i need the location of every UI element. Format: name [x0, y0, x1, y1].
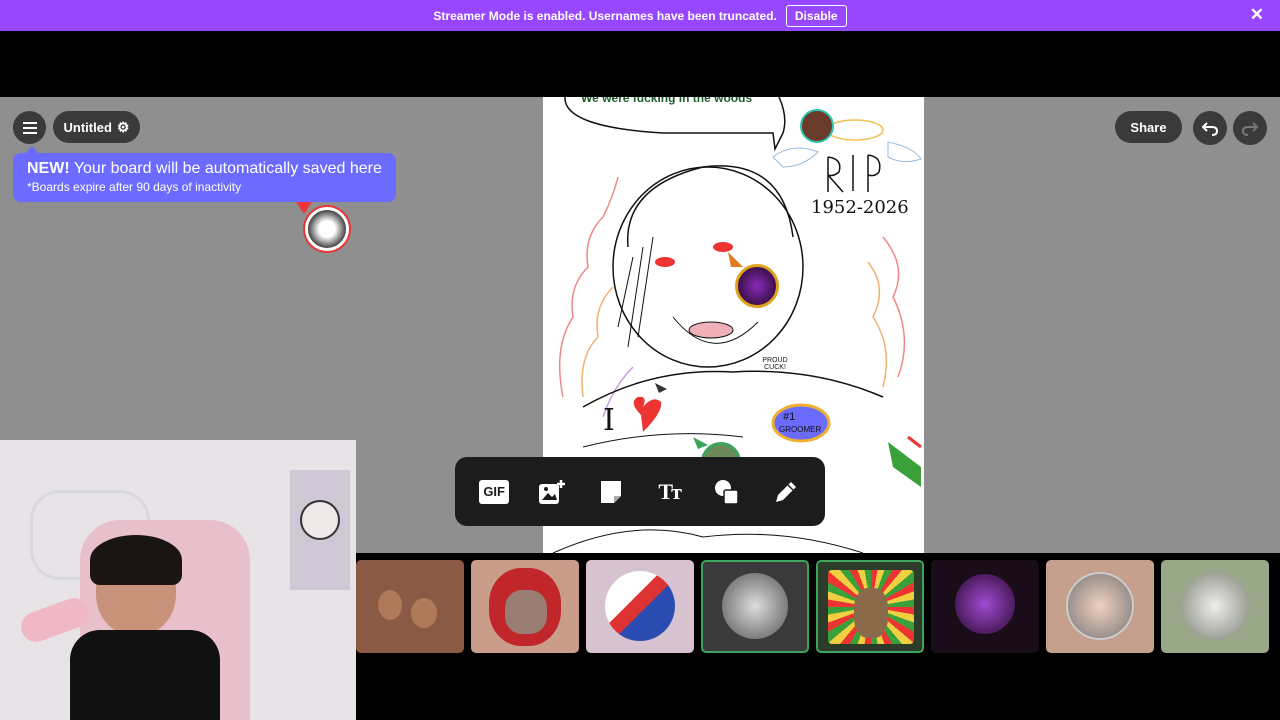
badge-number: #1 [783, 411, 796, 423]
cursor-pointer-icon [296, 202, 312, 214]
sticker-flag-person[interactable] [586, 560, 694, 653]
menu-button[interactable] [13, 111, 46, 144]
pencil-icon [775, 481, 796, 502]
user-avatar-cursor [800, 109, 834, 143]
user-avatar-cursor [735, 264, 779, 308]
dates-text: 1952-2026 [811, 197, 909, 218]
sticker-bears[interactable] [356, 560, 464, 653]
share-button[interactable]: Share [1115, 111, 1182, 143]
sticker-cat[interactable] [931, 560, 1039, 653]
image-add-button[interactable] [532, 472, 572, 512]
shapes-button[interactable] [707, 472, 747, 512]
sticker-plane[interactable] [1161, 560, 1269, 653]
sticker-man[interactable] [1046, 560, 1154, 653]
letter-text: I [603, 403, 615, 438]
banner-message: Streamer Mode is enabled. Usernames have… [433, 8, 777, 23]
top-black-bar [0, 31, 1280, 97]
sticky-note-icon [600, 480, 621, 503]
gif-tool[interactable]: GIF [474, 472, 514, 512]
undo-button[interactable] [1193, 111, 1227, 145]
sticky-note-button[interactable] [591, 472, 631, 512]
sticker-anime[interactable] [816, 560, 924, 653]
sticker-hood[interactable] [471, 560, 579, 653]
shapes-icon [715, 479, 740, 505]
autosave-tooltip: NEW! Your board will be automatically sa… [13, 146, 396, 202]
new-label: NEW! [27, 160, 70, 177]
undo-icon [1202, 122, 1218, 136]
sticker-hand[interactable] [701, 560, 809, 653]
sticker-tray [356, 560, 1269, 653]
gif-label: GIF [479, 479, 509, 504]
webcam-overlay [0, 440, 356, 720]
proud-text: PROUD CUCK! [762, 357, 788, 371]
board-title: Untitled [63, 119, 112, 135]
redo-icon [1242, 122, 1258, 136]
tooltip-message: Your board will be automatically saved h… [69, 160, 382, 177]
text-tool-label: Tт [658, 478, 682, 504]
streamer-mode-banner: Streamer Mode is enabled. Usernames have… [0, 0, 1280, 31]
tooltip-subtext: *Boards expire after 90 days of inactivi… [27, 180, 242, 194]
creation-toolbar: GIF Tт [455, 457, 825, 526]
text-tool[interactable]: Tт [649, 472, 689, 512]
gear-icon: ⚙ [116, 118, 130, 135]
close-icon[interactable]: ✕ [1250, 6, 1264, 24]
board-title-button[interactable]: Untitled ⚙ [53, 111, 140, 143]
badge-text: GROOMER [779, 425, 822, 434]
hamburger-icon [22, 121, 37, 134]
speech-text: We were fucking in the woods [581, 97, 753, 105]
redo-button[interactable] [1233, 111, 1267, 145]
pencil-button[interactable] [766, 472, 806, 512]
disable-button[interactable]: Disable [785, 4, 847, 27]
image-add-icon [539, 479, 566, 504]
